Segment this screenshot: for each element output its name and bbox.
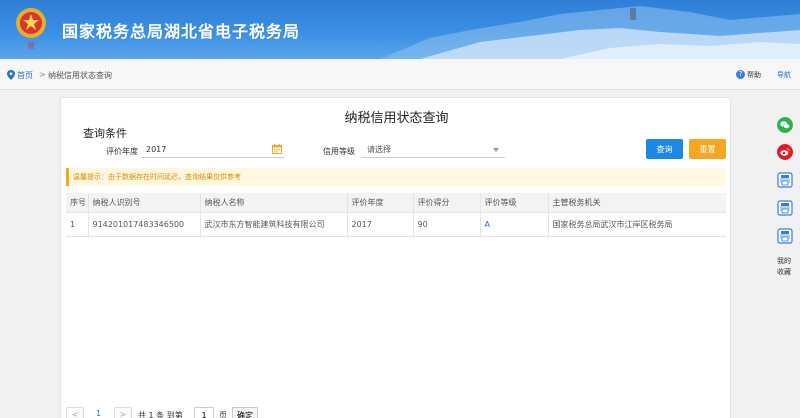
prev-page-button[interactable]: <: [66, 407, 84, 418]
weibo-icon[interactable]: [777, 144, 793, 160]
pager-summary: 共 1 条 到第: [138, 411, 183, 418]
col-header-taxpayer-name: 纳税人名称: [200, 193, 348, 213]
year-input[interactable]: [141, 141, 284, 158]
results-table: 序号 纳税人识别号 纳税人名称 评价年度 评价得分 评价等级 主管税务机关 1 …: [66, 193, 726, 237]
goto-page-button[interactable]: 确定: [232, 407, 258, 418]
query-button[interactable]: 查询: [646, 139, 683, 159]
col-header-tax-authority: 主管税务机关: [548, 193, 726, 213]
breadcrumb-separator: >: [39, 70, 46, 79]
col-header-eval-level: 评价等级: [480, 193, 549, 213]
col-header-taxpayer-id: 纳税人识别号: [88, 193, 201, 213]
breadcrumb-bar: 首页 > 纳税信用状态查询: [0, 59, 800, 90]
reset-button[interactable]: 重置: [689, 139, 726, 159]
calendar-icon[interactable]: [272, 144, 282, 154]
notice-tip: 温馨提示：由于数据存在时间延迟，查询结果仅供参考: [66, 168, 726, 186]
page-unit-label: 页: [219, 411, 227, 418]
cell-eval-year: 2017: [347, 212, 414, 237]
table-row[interactable]: 1 914201017483346500 武汉市东方智能建筑科技有限公司 201…: [66, 212, 726, 237]
tax-emblem-icon: 税: [16, 8, 46, 50]
main-panel: 纳税信用状态查询 查询条件 评价年度 信用等级 请选择 查询 重置 温馨提示：由…: [60, 97, 731, 418]
cell-tax-authority: 国家税务总局武汉市江岸区税务局: [548, 212, 726, 237]
cell-eval-level: A: [480, 212, 549, 237]
cell-taxpayer-id: 914201017483346500: [88, 212, 201, 237]
page-title: 纳税信用状态查询: [344, 111, 449, 126]
breadcrumb-current: 纳税信用状态查询: [48, 71, 112, 80]
site-header: 税 国家税务总局湖北省电子税务局: [0, 0, 800, 59]
breadcrumb-home-link[interactable]: 首页: [17, 70, 33, 81]
help-icon[interactable]: ?: [736, 70, 745, 79]
print-icon[interactable]: [777, 228, 793, 244]
cell-taxpayer-name: 武汉市东方智能建筑科技有限公司: [200, 212, 348, 237]
print-icon[interactable]: [777, 172, 793, 188]
wechat-icon[interactable]: [777, 117, 793, 133]
year-label: 评价年度: [106, 147, 138, 156]
location-pin-icon: [7, 70, 15, 80]
col-header-eval-score: 评价得分: [413, 193, 481, 213]
conditions-title: 查询条件: [83, 127, 127, 140]
print-icon[interactable]: [777, 200, 793, 216]
cell-eval-score: 90: [413, 212, 481, 237]
site-title: 国家税务总局湖北省电子税务局: [62, 22, 301, 41]
col-header-index: 序号: [66, 193, 89, 213]
table-header-row: 序号 纳税人识别号 纳税人名称 评价年度 评价得分 评价等级 主管税务机关: [66, 193, 726, 213]
right-sidebar: 我的 收藏: [771, 110, 800, 410]
col-header-eval-year: 评价年度: [347, 193, 414, 213]
cell-index: 1: [66, 212, 89, 237]
favorites-label[interactable]: 我的 收藏: [777, 256, 797, 278]
credit-level-select[interactable]: 请选择: [361, 141, 505, 158]
goto-page-input[interactable]: [194, 407, 214, 418]
nav-link[interactable]: 导航: [777, 70, 791, 80]
current-page-number[interactable]: 1: [96, 409, 101, 418]
credit-level-label: 信用等级: [323, 147, 355, 156]
svg-text:税: 税: [28, 41, 35, 50]
next-page-button[interactable]: >: [114, 407, 132, 418]
chevron-down-icon[interactable]: [493, 148, 499, 152]
help-link[interactable]: 帮助: [747, 70, 761, 80]
